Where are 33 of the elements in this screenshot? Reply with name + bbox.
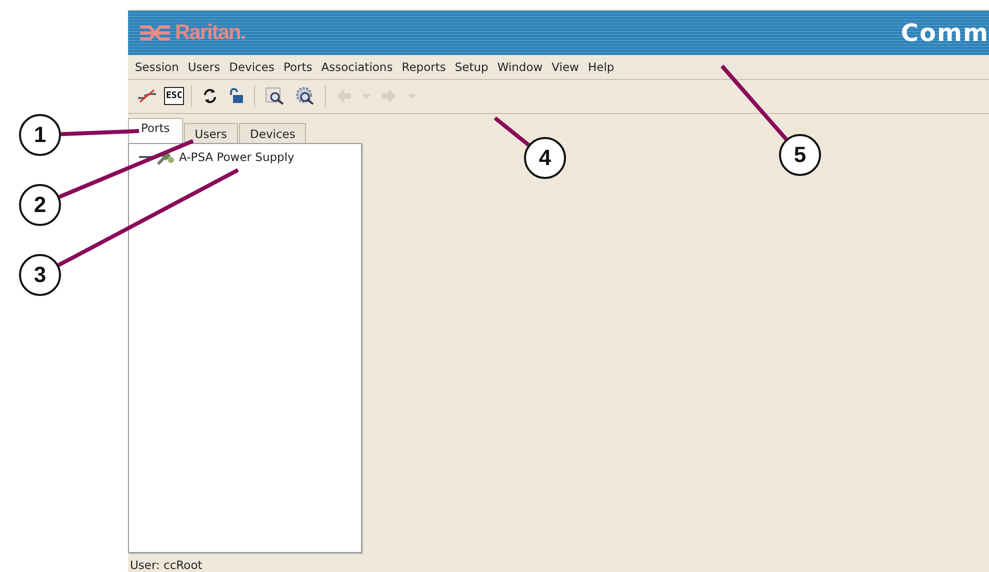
refresh-icon	[202, 88, 218, 104]
leader-line	[494, 116, 530, 146]
menu-item[interactable]: Devices	[225, 60, 278, 74]
caret-icon	[407, 94, 416, 99]
gear-magnifier-icon	[295, 87, 316, 106]
padlock-icon	[228, 88, 244, 104]
unplug-icon	[137, 88, 157, 104]
menu-item[interactable]: Ports	[279, 60, 316, 74]
menu-item[interactable]: Associations	[317, 60, 397, 74]
back-arrow-icon	[336, 88, 352, 104]
tab[interactable]: Users	[184, 123, 238, 143]
esc-button[interactable]: ESC	[164, 87, 184, 106]
callout-number: 2	[19, 184, 61, 226]
menu-item[interactable]: Help	[584, 60, 618, 74]
tab[interactable]: Ports	[128, 118, 183, 143]
forward-arrow-icon	[381, 88, 398, 104]
tree-item[interactable]: A-PSA Power Supply	[179, 150, 294, 164]
tree-line-icon	[139, 156, 153, 158]
menu-item[interactable]: Session	[131, 60, 183, 74]
window-title: Comm	[900, 19, 989, 48]
menu-item[interactable]: View	[548, 60, 583, 74]
tab[interactable]: Devices	[239, 123, 306, 143]
status-text: User: ccRoot	[129, 557, 204, 572]
menu-item[interactable]: Reports	[398, 60, 450, 74]
menu-item[interactable]: Users	[184, 60, 224, 74]
menu-item[interactable]: Window	[493, 60, 547, 74]
magnifier-icon	[265, 87, 286, 106]
callout-number: 1	[19, 114, 61, 156]
menu-item[interactable]: Setup	[450, 60, 492, 74]
logo-text: Raritan.	[175, 21, 246, 46]
caret-icon	[362, 94, 372, 99]
callout-number: 3	[19, 254, 61, 296]
logo-icon	[138, 23, 172, 44]
